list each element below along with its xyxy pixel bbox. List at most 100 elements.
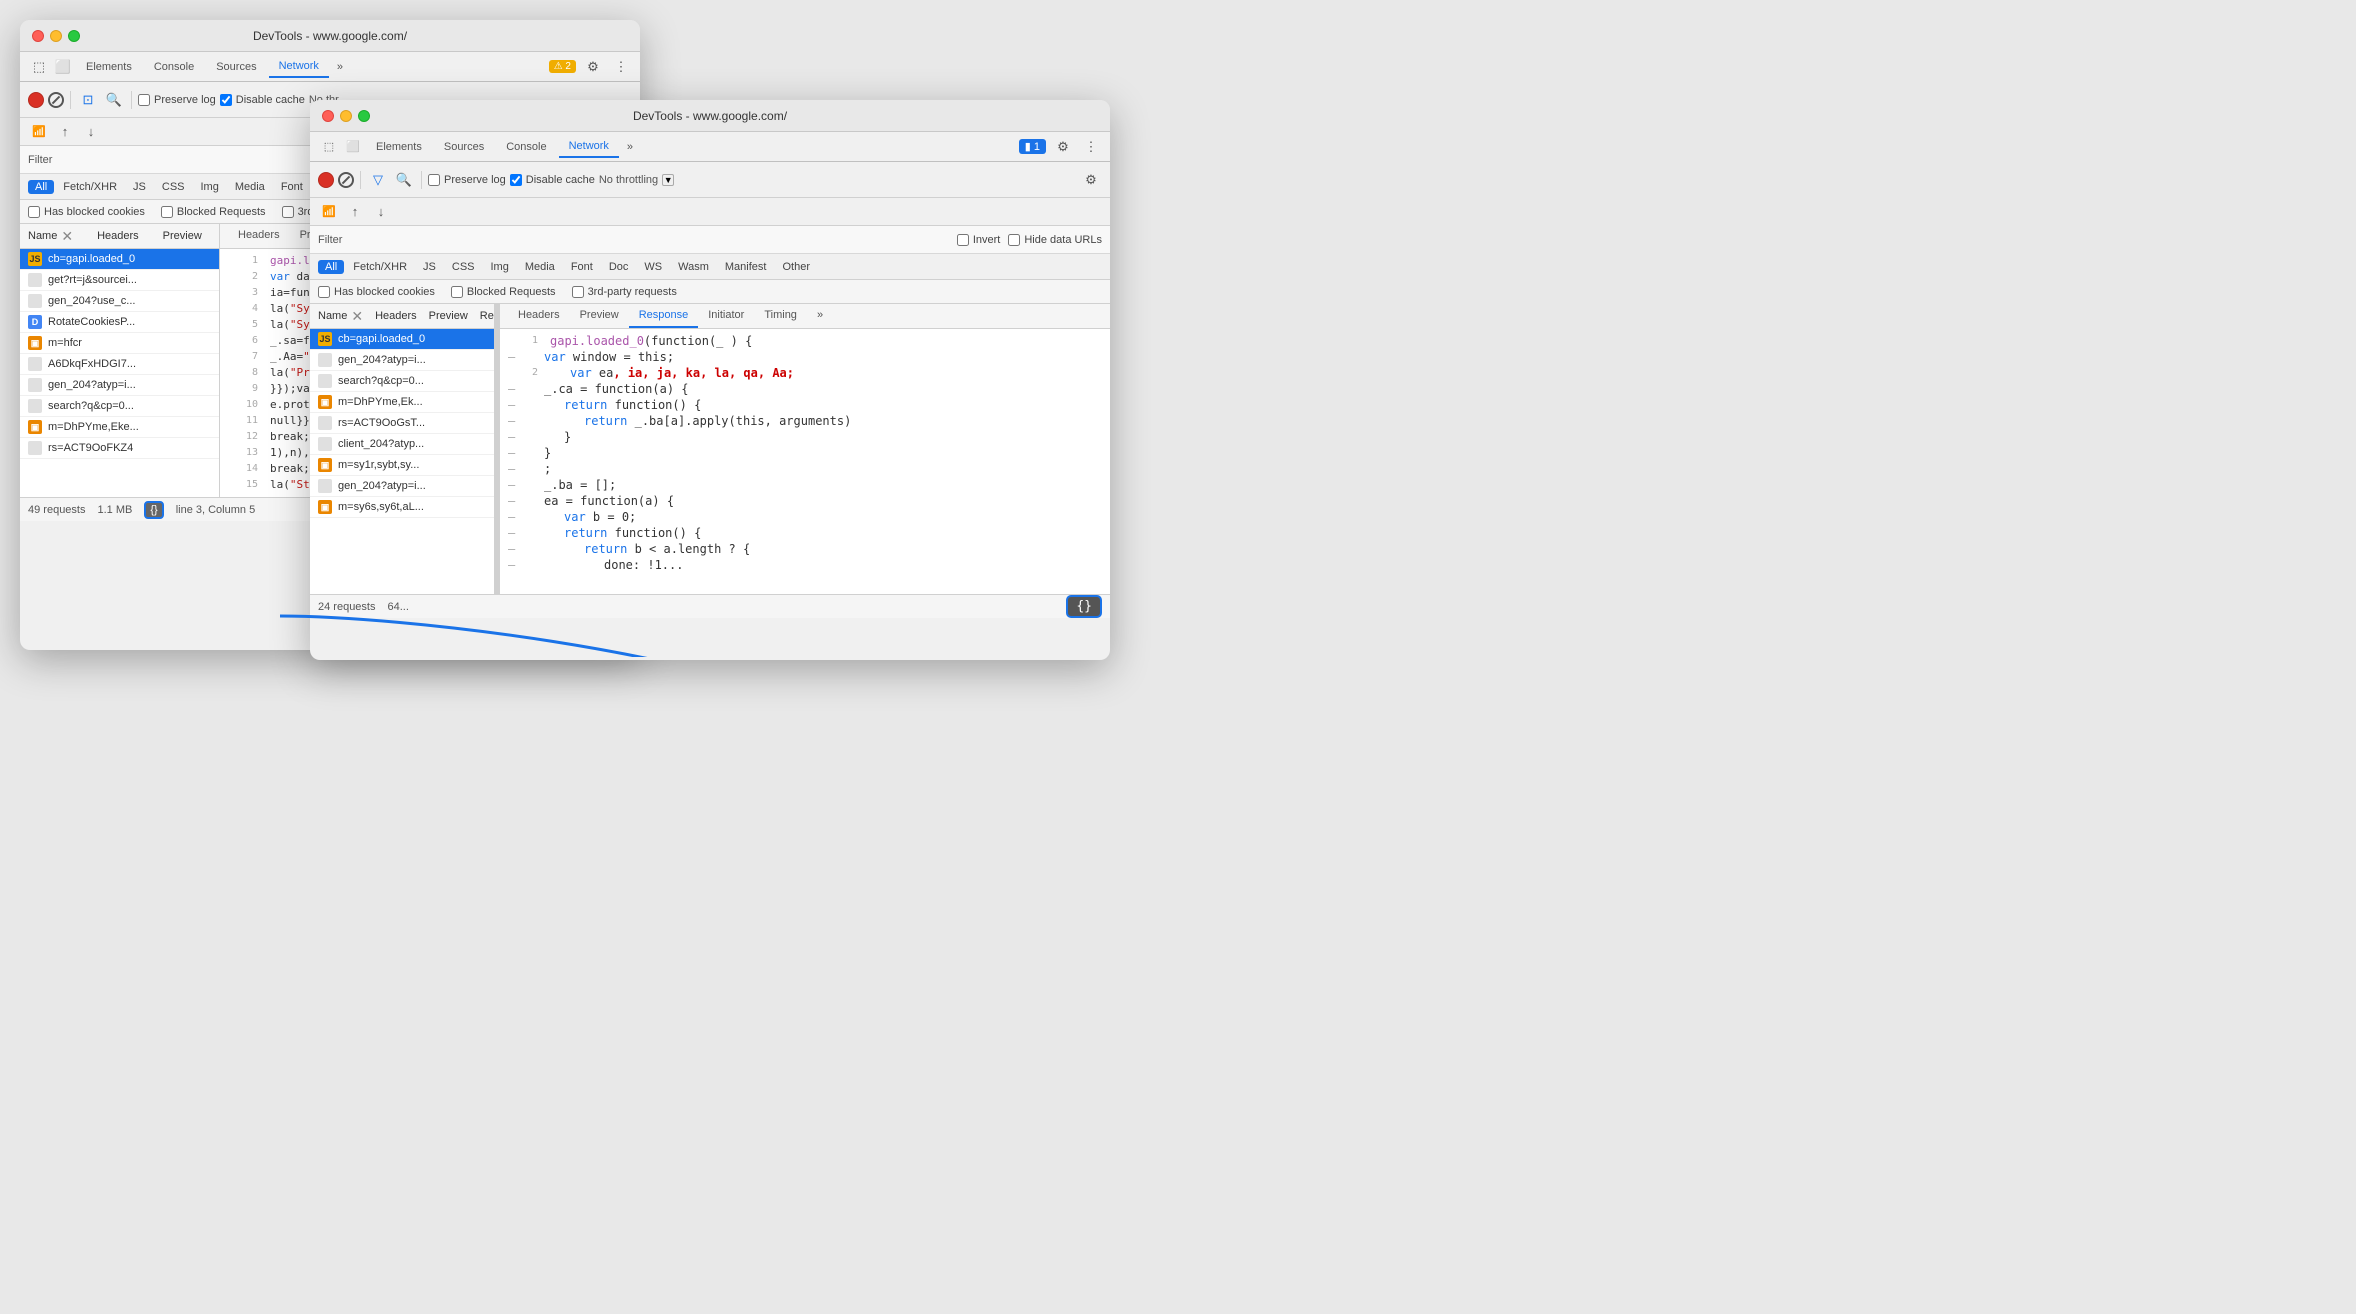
minimize-button-2[interactable] [340, 110, 352, 122]
filter-font-2[interactable]: Font [564, 260, 600, 274]
close-panel-icon[interactable]: ✕ [61, 228, 73, 244]
settings-icon-2[interactable]: ⚙ [1052, 136, 1074, 158]
request-item-w2-0[interactable]: JS cb=gapi.loaded_0 [310, 329, 494, 350]
close-button-2[interactable] [322, 110, 334, 122]
tab-console-2[interactable]: Console [496, 137, 556, 157]
filter-fetch-1[interactable]: Fetch/XHR [56, 180, 124, 194]
filter-icon-1[interactable]: ⊡ [77, 89, 99, 111]
cursor-icon-2[interactable]: ⬚ [318, 136, 340, 158]
clear-button-2[interactable] [338, 172, 354, 188]
request-item-w2-5[interactable]: client_204?atyp... [310, 434, 494, 455]
tab-console-1[interactable]: Console [144, 57, 204, 77]
request-item-8[interactable]: ▣ m=DhPYme,Eke... [20, 417, 219, 438]
tab-elements-2[interactable]: Elements [366, 137, 432, 157]
request-item-7[interactable]: search?q&cp=0... [20, 396, 219, 417]
filter-doc-2[interactable]: Doc [602, 260, 636, 274]
settings-gear-2[interactable]: ⚙ [1080, 169, 1102, 191]
close-button-1[interactable] [32, 30, 44, 42]
filter-img-1[interactable]: Img [194, 180, 226, 194]
record-button-1[interactable] [28, 92, 44, 108]
device-icon[interactable]: ⬜ [52, 56, 74, 78]
traffic-lights-2[interactable] [322, 110, 370, 122]
request-item-9[interactable]: rs=ACT9OoFKZ4 [20, 438, 219, 459]
disable-cache-check-1[interactable]: Disable cache [220, 94, 305, 106]
request-item-w2-2[interactable]: search?q&cp=0... [310, 371, 494, 392]
format-button-1[interactable]: {} [144, 501, 163, 519]
minimize-button-1[interactable] [50, 30, 62, 42]
request-item-4[interactable]: ▣ m=hfcr [20, 333, 219, 354]
filter-fetch-2[interactable]: Fetch/XHR [346, 260, 414, 274]
filter-js-1[interactable]: JS [126, 180, 153, 194]
detail-tab-headers-2[interactable]: Headers [508, 304, 570, 328]
detail-tab-response-2[interactable]: Response [629, 304, 699, 328]
detail-tab-headers[interactable]: Headers [228, 224, 290, 248]
preserve-log-check-2[interactable]: Preserve log [428, 174, 506, 186]
wifi-icon-1[interactable]: 📶 [28, 121, 50, 143]
request-item-5[interactable]: A6DkqFxHDGI7... [20, 354, 219, 375]
search-icon-2[interactable]: 🔍 [393, 169, 415, 191]
tab-elements-1[interactable]: Elements [76, 57, 142, 77]
request-item-6[interactable]: gen_204?atyp=i... [20, 375, 219, 396]
cursor-icon[interactable]: ⬚ [28, 56, 50, 78]
detail-tab-more-2[interactable]: » [807, 304, 833, 328]
device-icon-2[interactable]: ⬜ [342, 136, 364, 158]
format-button-2[interactable]: {} [1066, 595, 1102, 618]
filter-media-2[interactable]: Media [518, 260, 562, 274]
filter-css-2[interactable]: CSS [445, 260, 482, 274]
devtools-window-2[interactable]: DevTools - www.google.com/ ⬚ ⬜ Elements … [310, 100, 1110, 660]
tab-network-1[interactable]: Network [269, 56, 329, 78]
preserve-log-check-1[interactable]: Preserve log [138, 94, 216, 106]
filter-css-1[interactable]: CSS [155, 180, 192, 194]
request-item-0[interactable]: JS cb=gapi.loaded_0 [20, 249, 219, 270]
detail-tab-timing-2[interactable]: Timing [754, 304, 807, 328]
third-party-2[interactable]: 3rd-party requests [572, 286, 677, 298]
maximize-button-2[interactable] [358, 110, 370, 122]
detail-tab-preview-2[interactable]: Preview [570, 304, 629, 328]
close-panel-icon-2[interactable]: ✕ [351, 308, 363, 324]
filter-ws-2[interactable]: WS [637, 260, 669, 274]
request-item-w2-4[interactable]: rs=ACT9OoGsT... [310, 413, 494, 434]
request-item-3[interactable]: D RotateCookiesP... [20, 312, 219, 333]
traffic-lights-1[interactable] [32, 30, 80, 42]
wifi-icon-2[interactable]: 📶 [318, 201, 340, 223]
blocked-cookies-2[interactable]: Has blocked cookies [318, 286, 435, 298]
filter-media-1[interactable]: Media [228, 180, 272, 194]
filter-all-2[interactable]: All [318, 260, 344, 274]
maximize-button-1[interactable] [68, 30, 80, 42]
settings-icon-1[interactable]: ⚙ [582, 56, 604, 78]
upload-icon-1[interactable]: ↑ [54, 121, 76, 143]
request-item-2[interactable]: gen_204?use_c... [20, 291, 219, 312]
request-item-w2-7[interactable]: gen_204?atyp=i... [310, 476, 494, 497]
blocked-requests-2[interactable]: Blocked Requests [451, 286, 556, 298]
hide-data-urls-check-2[interactable]: Hide data URLs [1008, 234, 1102, 246]
record-button-2[interactable] [318, 172, 334, 188]
filter-other-2[interactable]: Other [775, 260, 817, 274]
detail-tab-initiator-2[interactable]: Initiator [698, 304, 754, 328]
upload-icon-2[interactable]: ↑ [344, 201, 366, 223]
tab-sources-1[interactable]: Sources [206, 57, 266, 77]
tab-network-2[interactable]: Network [559, 136, 619, 158]
download-icon-1[interactable]: ↓ [80, 121, 102, 143]
search-icon-1[interactable]: 🔍 [103, 89, 125, 111]
tab-more-1[interactable]: » [331, 59, 349, 75]
filter-img-2[interactable]: Img [484, 260, 516, 274]
request-item-1[interactable]: get?rt=j&sourcei... [20, 270, 219, 291]
filter-manifest-2[interactable]: Manifest [718, 260, 774, 274]
filter-wasm-2[interactable]: Wasm [671, 260, 716, 274]
request-item-w2-3[interactable]: ▣ m=DhPYme,Ek... [310, 392, 494, 413]
request-item-w2-8[interactable]: ▣ m=sy6s,sy6t,aL... [310, 497, 494, 518]
tab-sources-2[interactable]: Sources [434, 137, 494, 157]
download-icon-2[interactable]: ↓ [370, 201, 392, 223]
filter-font-1[interactable]: Font [274, 180, 310, 194]
throttling-arrow-2[interactable]: ▼ [662, 174, 674, 186]
filter-js-2[interactable]: JS [416, 260, 443, 274]
filter-all-1[interactable]: All [28, 180, 54, 194]
request-item-w2-6[interactable]: ▣ m=sy1r,sybt,sy... [310, 455, 494, 476]
blocked-requests-1[interactable]: Blocked Requests [161, 206, 266, 218]
more-icon-2[interactable]: ⋮ [1080, 136, 1102, 158]
clear-button-1[interactable] [48, 92, 64, 108]
disable-cache-check-2[interactable]: Disable cache [510, 174, 595, 186]
blocked-cookies-1[interactable]: Has blocked cookies [28, 206, 145, 218]
tab-more-2[interactable]: » [621, 139, 639, 155]
invert-check-2[interactable]: Invert [957, 234, 1001, 246]
